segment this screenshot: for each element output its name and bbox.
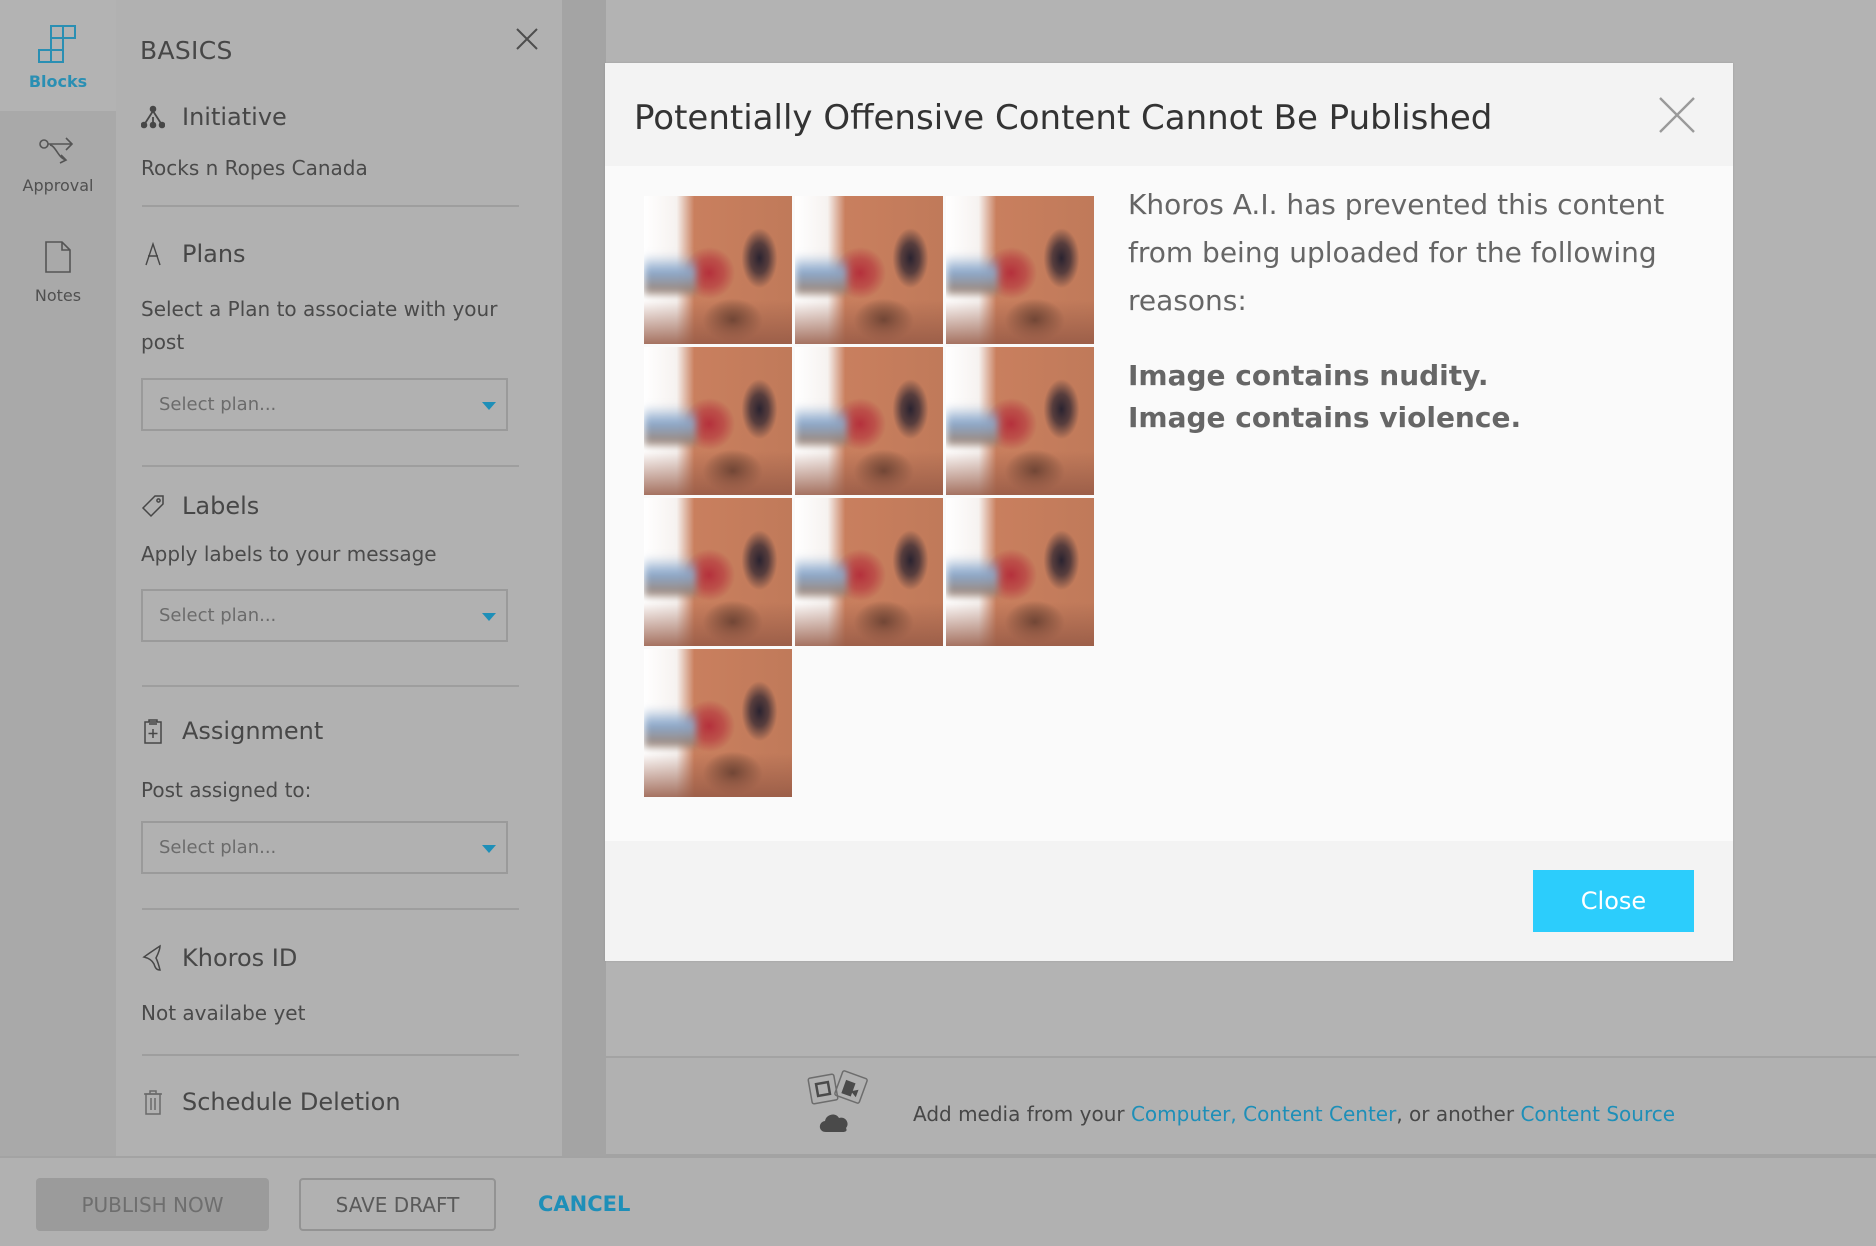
- blocked-image-thumbnail: [946, 196, 1094, 344]
- cancel-button[interactable]: CANCEL: [538, 1192, 630, 1216]
- left-nav-rail: Blocks Approval Notes: [0, 0, 116, 1156]
- divider: [142, 685, 519, 687]
- content-center-link[interactable]: Content Center: [1243, 1102, 1396, 1126]
- reason-item: Image contains nudity.: [1128, 359, 1489, 392]
- modal-header: Potentially Offensive Content Cannot Be …: [605, 63, 1733, 166]
- khoros-id-section-header: Khoros ID: [140, 944, 297, 972]
- blocked-image-thumbnail: [795, 196, 943, 344]
- nav-item-label: Approval: [22, 176, 94, 195]
- section-title: Schedule Deletion: [182, 1088, 401, 1116]
- section-title: Khoros ID: [182, 944, 298, 972]
- initiative-section-header: Initiative: [140, 103, 287, 131]
- select-placeholder: Select plan...: [159, 837, 277, 858]
- khoros-id-value: Not availabe yet: [141, 1001, 306, 1025]
- schedule-deletion-section-header[interactable]: Schedule Deletion: [140, 1088, 401, 1116]
- assignment-description: Post assigned to:: [141, 778, 312, 802]
- blocks-icon: [38, 25, 76, 63]
- blocked-image-thumbnail: [946, 347, 1094, 495]
- nav-item-notes[interactable]: Notes: [0, 240, 116, 330]
- panel-title: BASICS: [140, 36, 233, 65]
- modal-footer: Close: [605, 841, 1733, 961]
- divider: [142, 908, 519, 910]
- divider: [142, 205, 519, 207]
- plan-select[interactable]: Select plan...: [141, 378, 508, 431]
- modal-title: Potentially Offensive Content Cannot Be …: [634, 98, 1493, 138]
- panel-scrollbar-gutter: [562, 0, 606, 1156]
- labels-description: Apply labels to your message: [141, 542, 437, 566]
- media-instructions: Add media from your Computer, Content Ce…: [913, 1102, 1675, 1126]
- divider: [142, 465, 519, 467]
- section-title: Initiative: [182, 103, 287, 131]
- close-icon[interactable]: [514, 26, 540, 52]
- khoros-logo-icon: [140, 944, 166, 971]
- plans-icon: [140, 241, 166, 267]
- section-title: Assignment: [182, 717, 324, 745]
- labels-section-header: Labels: [140, 492, 259, 520]
- blocked-image-grid: [644, 196, 1096, 797]
- tag-icon: [140, 493, 166, 519]
- basics-panel: BASICS Initiative Rocks n Ropes Canada P…: [116, 0, 562, 1156]
- notes-icon: [45, 241, 71, 273]
- select-placeholder: Select plan...: [159, 605, 277, 626]
- modal-message: Khoros A.I. has prevented this content f…: [1128, 188, 1665, 317]
- hierarchy-icon: [140, 104, 166, 130]
- assignee-select[interactable]: Select plan...: [141, 821, 508, 874]
- close-button[interactable]: Close: [1533, 870, 1694, 932]
- reasons-list: Image contains nudity. Image contains vi…: [1128, 355, 1521, 439]
- blocked-image-thumbnail: [644, 347, 792, 495]
- chevron-down-icon: [482, 613, 496, 621]
- select-placeholder: Select plan...: [159, 394, 277, 415]
- section-title: Labels: [182, 492, 260, 520]
- labels-select[interactable]: Select plan...: [141, 589, 508, 642]
- chevron-down-icon: [482, 402, 496, 410]
- nav-item-label: Notes: [34, 286, 82, 305]
- nav-item-blocks[interactable]: Blocks: [0, 0, 116, 111]
- nav-item-label: Blocks: [28, 72, 88, 91]
- save-draft-button[interactable]: SAVE DRAFT: [299, 1178, 496, 1231]
- plans-section-header: Plans: [140, 240, 246, 268]
- blocked-image-thumbnail: [644, 649, 792, 797]
- blocked-image-thumbnail: [644, 196, 792, 344]
- nav-item-approval[interactable]: Approval: [0, 132, 116, 222]
- media-drop-zone[interactable]: Add media from your Computer, Content Ce…: [606, 1056, 1876, 1156]
- assignment-section-header: Assignment: [140, 717, 323, 745]
- divider: [142, 1054, 519, 1056]
- reason-item: Image contains violence.: [1128, 401, 1522, 434]
- blocked-image-thumbnail: [795, 347, 943, 495]
- action-bar: PUBLISH NOW SAVE DRAFT CANCEL: [0, 1156, 1876, 1246]
- clipboard-plus-icon: [140, 718, 166, 744]
- publish-now-button[interactable]: PUBLISH NOW: [36, 1178, 269, 1231]
- blocked-image-thumbnail: [644, 498, 792, 646]
- blocked-image-thumbnail: [946, 498, 1094, 646]
- media-upload-icon: [807, 1070, 868, 1132]
- section-title: Plans: [182, 240, 246, 268]
- approval-flow-icon: [39, 137, 74, 164]
- media-text-middle: , or another: [1396, 1102, 1521, 1126]
- plans-description: Select a Plan to associate with your pos…: [141, 297, 498, 354]
- computer-link[interactable]: Computer,: [1131, 1102, 1237, 1126]
- media-text-prefix: Add media from your: [913, 1102, 1131, 1126]
- content-source-link[interactable]: Content Source: [1520, 1102, 1675, 1126]
- chevron-down-icon: [482, 845, 496, 853]
- offensive-content-modal: Potentially Offensive Content Cannot Be …: [605, 63, 1733, 961]
- blocked-image-thumbnail: [795, 498, 943, 646]
- trash-icon: [140, 1089, 166, 1115]
- initiative-value: Rocks n Ropes Canada: [141, 156, 368, 180]
- close-icon[interactable]: [1657, 95, 1697, 135]
